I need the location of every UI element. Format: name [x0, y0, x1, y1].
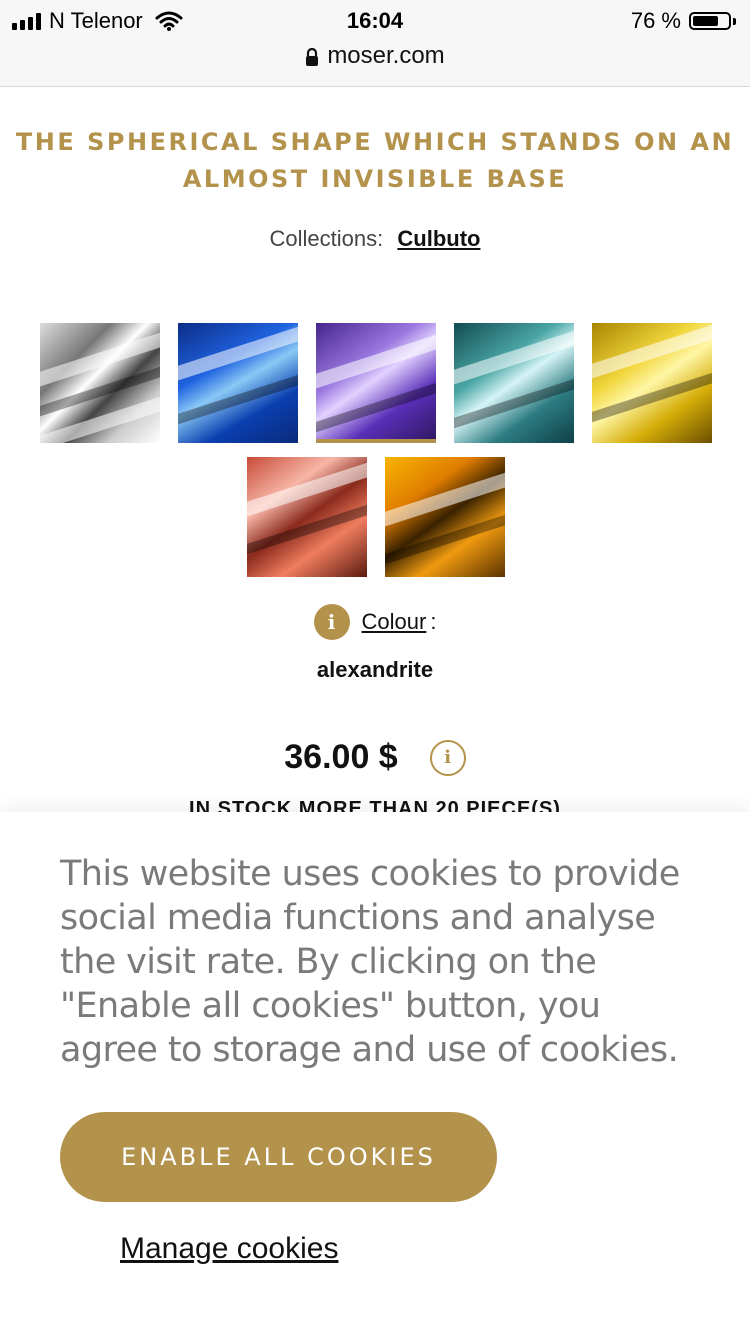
selected-colour-name: alexandrite	[316, 657, 434, 682]
colour-label-link[interactable]: Colour	[362, 609, 427, 635]
price-row: 36.00 $ i	[0, 738, 750, 777]
product-title-line1: THE SPHERICAL SHAPE WHICH STANDS ON AN	[15, 128, 735, 156]
swatch-clear[interactable]	[40, 323, 160, 443]
address-bar[interactable]: moser.com	[0, 42, 750, 70]
swatch-rose[interactable]	[247, 457, 367, 577]
battery-tip	[733, 17, 736, 25]
collections-row: Collections: Culbuto	[0, 226, 750, 252]
product-title-line2: ALMOST INVISIBLE BASE	[182, 165, 568, 193]
enable-all-cookies-button[interactable]: ENABLE ALL COOKIES	[60, 1112, 497, 1202]
battery-percent: 76 %	[630, 8, 681, 33]
colour-row: i Colour :	[0, 604, 750, 640]
cookie-message: This website uses cookies to provide soc…	[60, 854, 680, 1070]
manage-cookies-link[interactable]: Manage cookies	[120, 1232, 338, 1266]
cookie-banner: This website uses cookies to provide soc…	[0, 812, 750, 1334]
colour-swatches	[40, 323, 712, 577]
collection-link-culbuto[interactable]: Culbuto	[397, 226, 480, 251]
url-text: moser.com	[327, 42, 445, 69]
price: 36.00 $	[284, 738, 398, 776]
battery-icon	[689, 12, 731, 30]
price-info-icon[interactable]: i	[429, 739, 466, 776]
product-title: THE SPHERICAL SHAPE WHICH STANDS ON AN A…	[0, 124, 750, 198]
colour-label-colon: :	[430, 609, 437, 634]
battery-group: 76 %	[631, 8, 736, 34]
swatch-violet[interactable]	[316, 323, 436, 443]
swatch-amber[interactable]	[385, 457, 505, 577]
browser-top-bar: N Telenor 16:04 76 % moser.com	[0, 0, 750, 87]
swatch-blue[interactable]	[178, 323, 298, 443]
battery-level-fill	[693, 16, 718, 26]
swatch-yellow[interactable]	[592, 323, 712, 443]
swatch-aquamarine[interactable]	[454, 323, 574, 443]
lock-icon	[306, 47, 319, 66]
info-icon[interactable]: i	[313, 604, 350, 640]
collections-label: Collections:	[269, 226, 384, 251]
